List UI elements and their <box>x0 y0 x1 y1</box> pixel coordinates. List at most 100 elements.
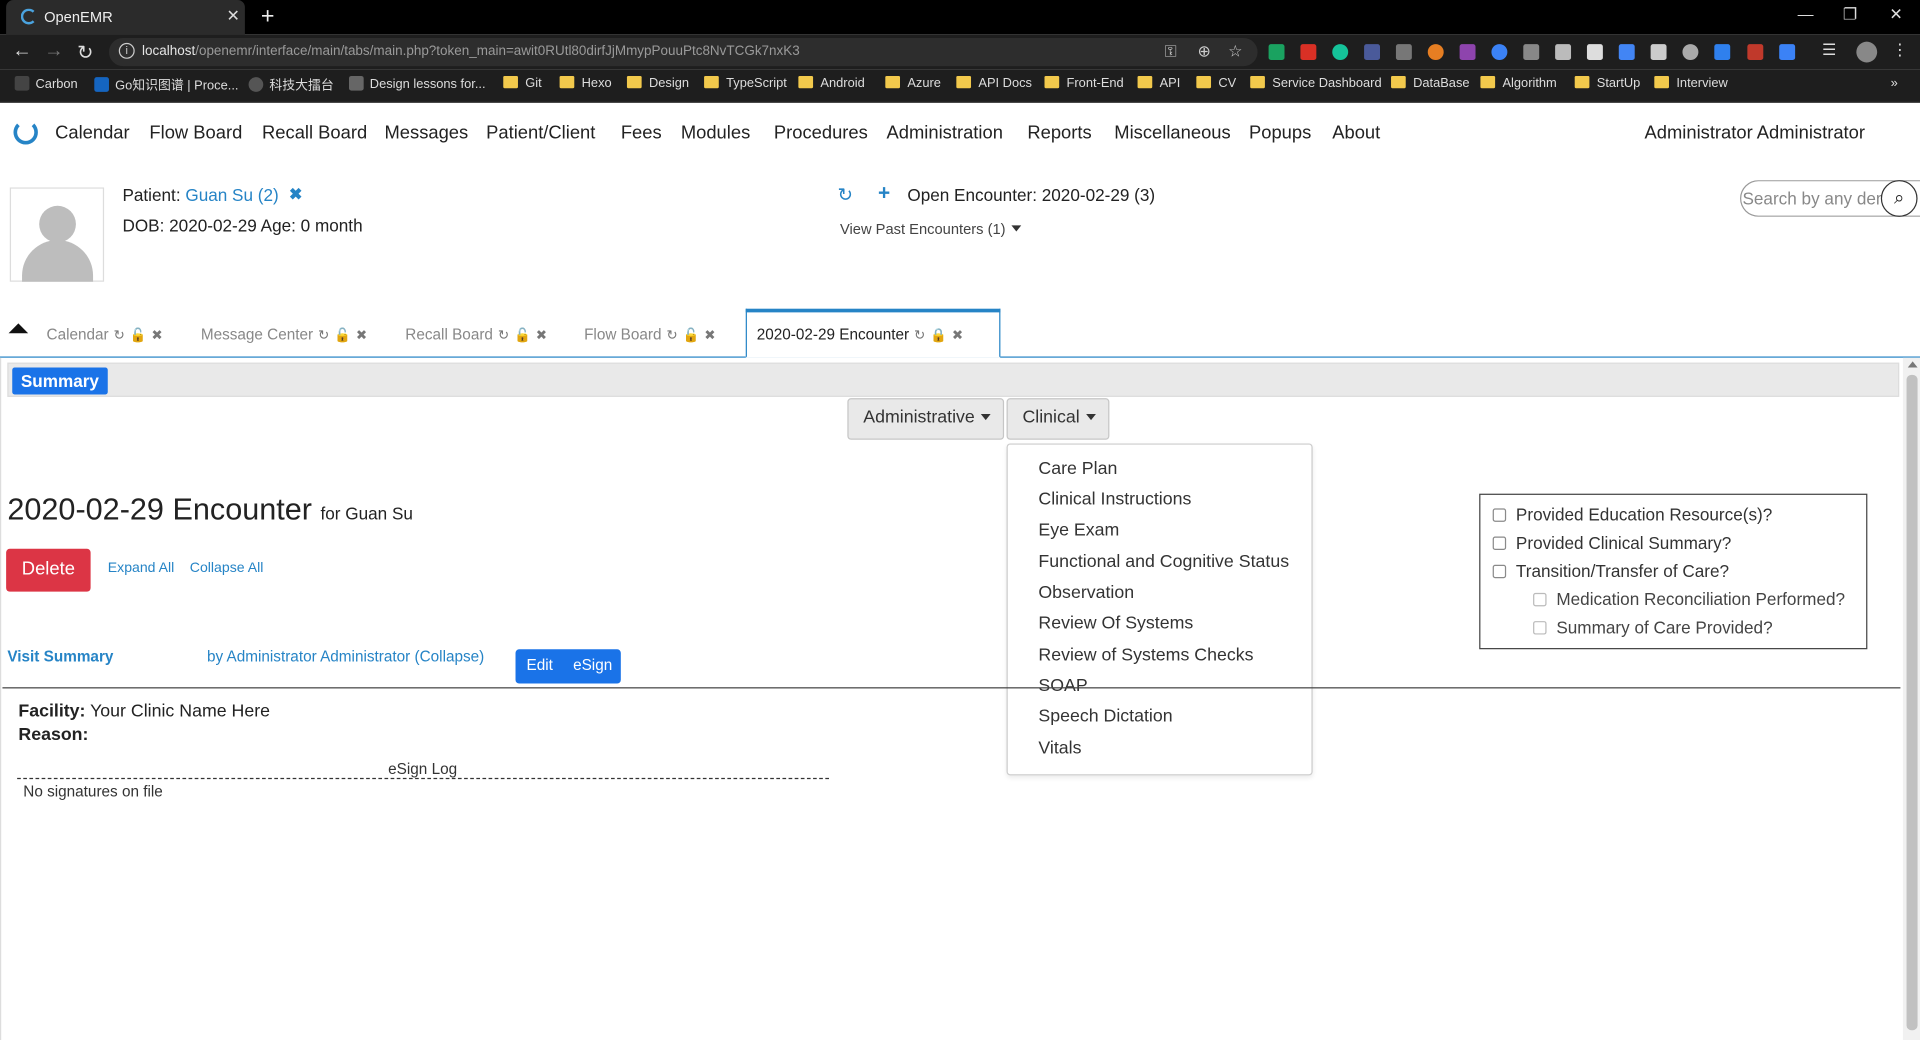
bookmark-star-icon[interactable]: ☆ <box>1228 42 1242 62</box>
close-icon[interactable]: ✖ <box>704 328 715 343</box>
restore-icon[interactable]: ❐ <box>1843 5 1857 25</box>
menu-item-observation[interactable]: Observation <box>1038 583 1134 603</box>
menu-item-review-of-systems-checks[interactable]: Review of Systems Checks <box>1038 646 1253 666</box>
administrative-dropdown-button[interactable]: Administrative <box>847 398 1005 440</box>
bookmark-folder[interactable]: Git <box>503 75 542 91</box>
lock-icon[interactable]: 🔒 <box>930 328 947 343</box>
checklist-summary-of-care[interactable]: Summary of Care Provided? <box>1533 617 1773 637</box>
tab-flow-board[interactable]: Flow Board ↻ 🔓 ✖ <box>584 326 715 343</box>
tab-encounter[interactable]: 2020-02-29 Encounter ↻ 🔒 ✖ <box>745 308 1001 358</box>
extension-icon[interactable] <box>1555 44 1572 61</box>
close-icon[interactable]: ✖ <box>952 328 963 343</box>
menu-administration[interactable]: Administration <box>887 123 1003 144</box>
unlock-icon[interactable]: 🔓 <box>683 328 700 343</box>
grammarly-icon[interactable] <box>1332 44 1349 61</box>
checkbox[interactable] <box>1492 508 1507 522</box>
bookmark-item[interactable]: Carbon <box>14 75 78 92</box>
menu-procedures[interactable]: Procedures <box>774 123 868 144</box>
past-encounters-dropdown[interactable]: View Past Encounters (1) <box>840 221 1022 238</box>
more-bookmarks-icon[interactable]: » <box>1891 76 1898 91</box>
bookmark-item[interactable]: Design lessons for... <box>348 75 486 92</box>
bookmark-folder[interactable]: Hexo <box>559 75 612 91</box>
menu-miscellaneous[interactable]: Miscellaneous <box>1114 123 1230 144</box>
bookmark-folder[interactable]: CV <box>1196 75 1236 91</box>
menu-item-soap[interactable]: SOAP <box>1038 676 1087 696</box>
bookmark-folder[interactable]: StartUp <box>1574 75 1640 91</box>
menu-calendar[interactable]: Calendar <box>55 123 130 144</box>
menu-fees[interactable]: Fees <box>621 123 662 144</box>
tab-recall-board[interactable]: Recall Board ↻ 🔓 ✖ <box>405 326 547 343</box>
checklist-transition-of-care[interactable]: Transition/Transfer of Care? <box>1492 561 1729 581</box>
bookmark-folder[interactable]: Service Dashboard <box>1250 75 1382 91</box>
bookmark-folder[interactable]: Front-End <box>1044 75 1124 91</box>
extension-icon[interactable] <box>1395 44 1412 61</box>
menu-modules[interactable]: Modules <box>681 123 750 144</box>
shield-icon[interactable] <box>1779 44 1796 61</box>
tab-message-center[interactable]: Message Center ↻ 🔓 ✖ <box>201 326 367 343</box>
unlock-icon[interactable]: 🔓 <box>130 328 147 343</box>
menu-item-eye-exam[interactable]: Eye Exam <box>1038 521 1119 541</box>
menu-item-clinical-instructions[interactable]: Clinical Instructions <box>1038 490 1191 510</box>
reload-icon[interactable]: ↻ <box>77 40 93 65</box>
window-close-icon[interactable]: ✕ <box>1889 5 1902 25</box>
author-collapse-link[interactable]: by Administrator Administrator (Collapse… <box>207 648 484 665</box>
menu-item-speech-dictation[interactable]: Speech Dictation <box>1038 707 1172 727</box>
checkbox[interactable] <box>1492 564 1507 579</box>
menu-item-functional-cognitive-status[interactable]: Functional and Cognitive Status <box>1038 552 1289 572</box>
collapse-header-icon[interactable] <box>8 323 29 334</box>
bookmark-item[interactable]: 科技大擂台 <box>248 76 334 94</box>
url-bar[interactable]: i localhost/openemr/interface/main/tabs/… <box>108 37 1258 67</box>
refresh-icon[interactable]: ↻ <box>914 328 925 343</box>
bookmark-item[interactable]: Go知识图谱 | Proce... <box>94 76 238 94</box>
tab-summary[interactable]: Summary <box>12 367 108 395</box>
translate-icon[interactable] <box>1618 44 1635 61</box>
esign-button[interactable]: eSign <box>573 657 612 674</box>
menu-about[interactable]: About <box>1332 123 1380 144</box>
delete-button[interactable]: Delete <box>6 548 91 592</box>
menu-item-review-of-systems[interactable]: Review Of Systems <box>1038 614 1193 634</box>
close-tab-icon[interactable]: ✕ <box>227 6 240 26</box>
minimize-icon[interactable]: — <box>1798 5 1814 23</box>
close-patient-icon[interactable]: ✖ <box>289 185 302 205</box>
add-encounter-icon[interactable]: + <box>878 181 890 206</box>
new-tab-icon[interactable]: + <box>261 4 275 31</box>
extension-icon[interactable] <box>1459 44 1476 61</box>
scroll-thumb[interactable] <box>1906 374 1918 1031</box>
visit-summary-link[interactable]: Visit Summary <box>7 648 113 665</box>
patient-name-link[interactable]: Guan Su (2) <box>185 185 278 205</box>
search-button[interactable]: ⌕ <box>1880 180 1918 217</box>
menu-patient-client[interactable]: Patient/Client <box>486 123 595 144</box>
bookmark-folder[interactable]: Design <box>626 75 689 91</box>
extension-icon[interactable] <box>1650 44 1667 61</box>
scroll-up-icon[interactable] <box>1907 361 1918 368</box>
close-icon[interactable]: ✖ <box>356 328 367 343</box>
bookmark-folder[interactable]: Interview <box>1654 75 1728 91</box>
tab-calendar[interactable]: Calendar ↻ 🔓 ✖ <box>47 326 163 343</box>
checklist-clinical-summary[interactable]: Provided Clinical Summary? <box>1492 533 1731 552</box>
extension-icon[interactable] <box>1586 44 1603 61</box>
checkbox[interactable] <box>1492 536 1507 551</box>
user-menu[interactable]: Administrator Administrator <box>1645 123 1865 144</box>
collapse-all-link[interactable]: Collapse All <box>190 561 264 576</box>
close-icon[interactable]: ✖ <box>151 328 162 343</box>
refresh-icon[interactable]: ↻ <box>666 328 677 343</box>
back-icon[interactable]: ← <box>12 40 32 62</box>
menu-reports[interactable]: Reports <box>1027 123 1091 144</box>
refresh-icon[interactable]: ↻ <box>114 328 125 343</box>
extension-icon[interactable] <box>1491 44 1508 61</box>
clinical-dropdown-button[interactable]: Clinical <box>1006 398 1110 440</box>
menu-recall-board[interactable]: Recall Board <box>262 123 367 144</box>
forward-icon[interactable]: → <box>44 40 64 62</box>
bookmark-folder[interactable]: DataBase <box>1391 75 1470 91</box>
reading-list-icon[interactable]: ☰ <box>1822 40 1836 60</box>
refresh-encounter-icon[interactable]: ↻ <box>838 184 853 206</box>
checkbox[interactable] <box>1533 592 1547 607</box>
zoom-icon[interactable]: ⊕ <box>1198 42 1211 62</box>
unlock-icon[interactable]: 🔓 <box>514 328 531 343</box>
browser-tab[interactable]: OpenEMR ✕ <box>6 0 245 35</box>
menu-flow-board[interactable]: Flow Board <box>149 123 242 144</box>
extension-icon[interactable] <box>1714 44 1731 61</box>
menu-item-vitals[interactable]: Vitals <box>1038 739 1081 759</box>
bookmark-folder[interactable]: TypeScript <box>704 75 787 91</box>
bookmark-folder[interactable]: Azure <box>885 75 941 91</box>
